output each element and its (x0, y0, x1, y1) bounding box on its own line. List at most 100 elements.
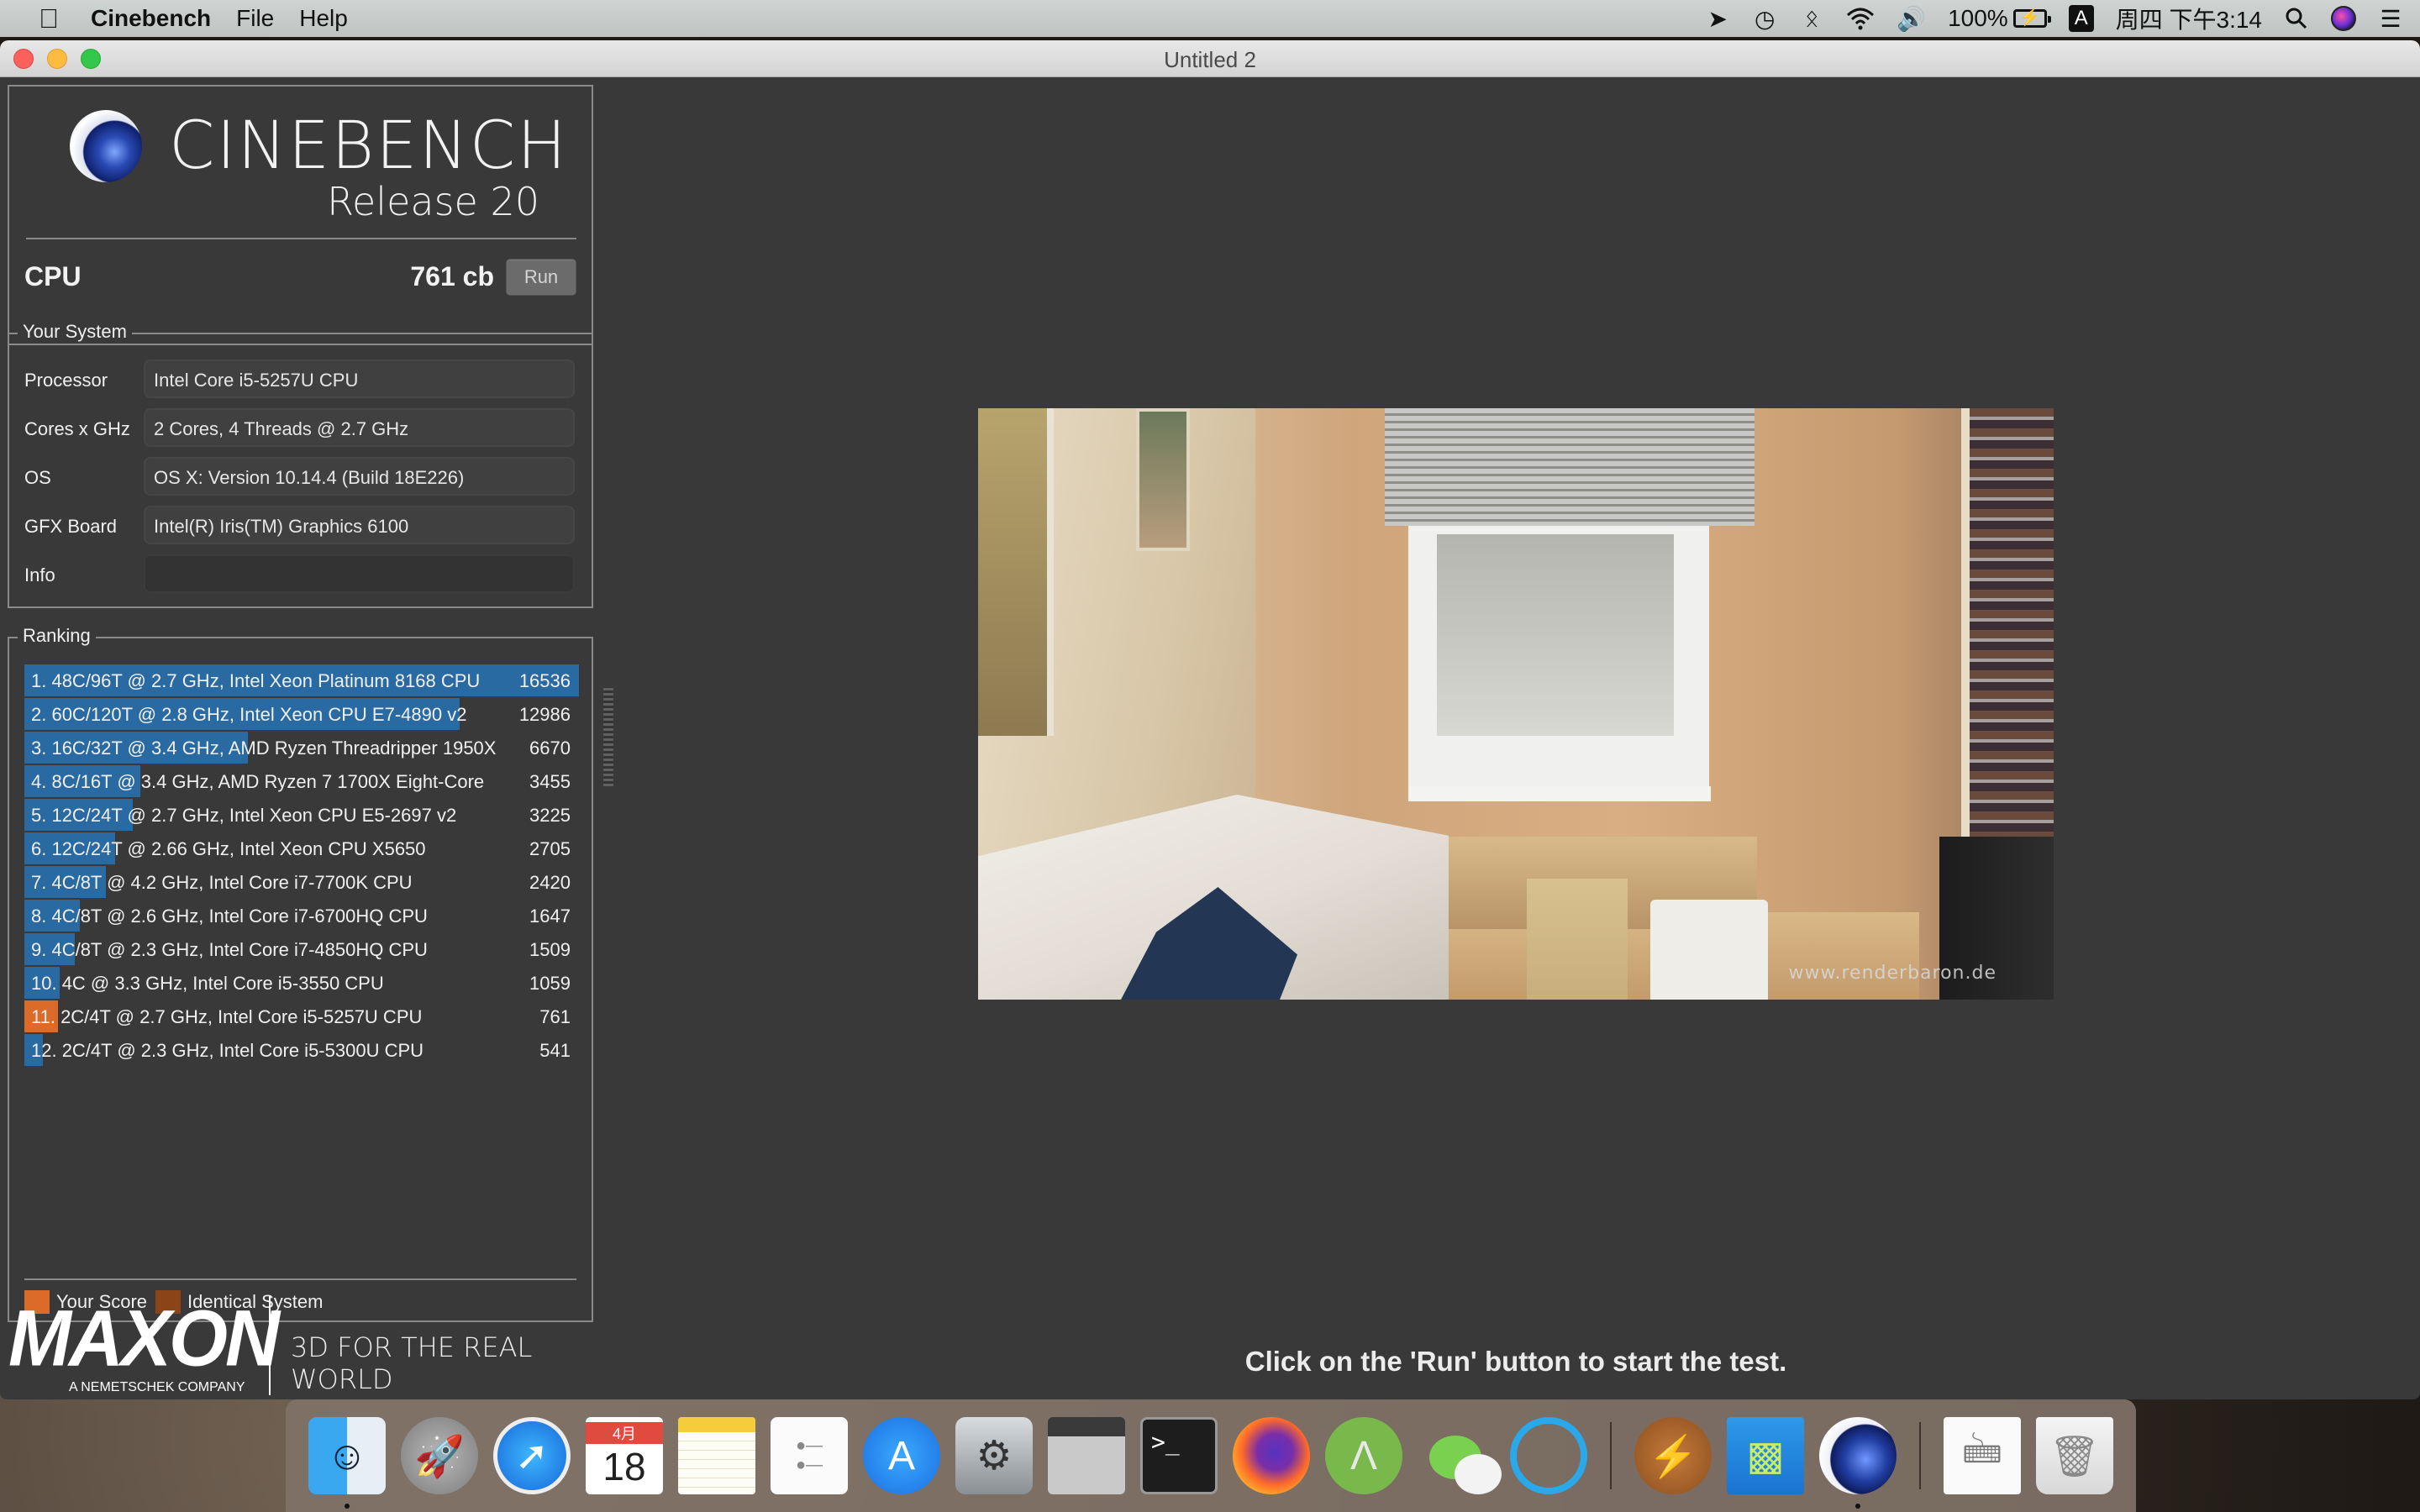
ranking-score-value: 1647 (529, 906, 571, 927)
dock-notes[interactable] (671, 1410, 763, 1502)
gfx-label: GFX Board (24, 516, 118, 537)
ranking-list: 1. 48C/96T @ 2.7 GHz, Intel Xeon Platinu… (24, 664, 579, 1067)
ranking-cpu-label: 12. 2C/4T @ 2.3 GHz, Intel Core i5-5300U… (31, 1040, 424, 1061)
notification-center-icon[interactable]: ☰ (2378, 3, 2403, 34)
ranking-score-value: 2705 (529, 838, 571, 859)
ranking-row[interactable]: 6. 12C/24T @ 2.66 GHz, Intel Xeon CPU X5… (24, 832, 579, 865)
ranking-score-value: 3455 (529, 771, 571, 792)
ranking-cpu-label: 4. 8C/16T @ 3.4 GHz, AMD Ryzen 7 1700X E… (31, 771, 485, 792)
ranking-row[interactable]: 1. 48C/96T @ 2.7 GHz, Intel Xeon Platinu… (24, 664, 579, 697)
title-bar[interactable]: Untitled 2 (0, 40, 2420, 77)
lightning-bolt-icon: ⚡ (1634, 1417, 1712, 1494)
cinebench-icon (1819, 1417, 1897, 1494)
dock-firefox[interactable] (1225, 1410, 1318, 1502)
dock-qq[interactable] (1502, 1410, 1595, 1502)
processor-field[interactable]: Intel Core i5-5257U CPU (144, 360, 575, 398)
running-indicator (345, 1504, 350, 1509)
gear-icon: ⚙ (955, 1417, 1033, 1494)
dock-disk-document[interactable]: 🖮 (1936, 1410, 2028, 1502)
app-store-icon: A (863, 1417, 940, 1494)
render-chair (1527, 879, 1628, 1000)
dock-app-store[interactable]: A (855, 1410, 948, 1502)
divider (269, 1296, 271, 1395)
clock[interactable]: 周四 下午3:14 (2116, 3, 2262, 34)
ranking-cpu-label: 1. 48C/96T @ 2.7 GHz, Intel Xeon Platinu… (31, 670, 481, 691)
cinebench-window: Untitled 2 CINEBENCH Release 20 CPU 761 … (0, 40, 2420, 1399)
spotlight-search-icon[interactable] (2284, 3, 2309, 34)
system-row-os: OS OS X: Version 10.14.4 (Build 18E226) (9, 457, 592, 497)
dock-separator (1610, 1422, 1612, 1489)
os-field[interactable]: OS X: Version 10.14.4 (Build 18E226) (144, 457, 575, 496)
siri-icon[interactable] (2331, 6, 2356, 31)
ranking-row[interactable]: 4. 8C/16T @ 3.4 GHz, AMD Ryzen 7 1700X E… (24, 764, 579, 798)
qq-chat-icon (1510, 1417, 1587, 1494)
ranking-row[interactable]: 5. 12C/24T @ 2.7 GHz, Intel Xeon CPU E5-… (24, 798, 579, 832)
ranking-row[interactable]: 10. 4C @ 3.3 GHz, Intel Core i5-3550 CPU… (24, 966, 579, 1000)
dock-wechat[interactable] (1410, 1410, 1502, 1502)
ranking-row[interactable]: 12. 2C/4T @ 2.3 GHz, Intel Core i5-5300U… (24, 1033, 579, 1067)
panel-splitter-handle[interactable] (603, 687, 613, 786)
ranking-cpu-label: 11. 2C/4T @ 2.7 GHz, Intel Core i5-5257U… (31, 1006, 423, 1027)
dock-terminal[interactable]: >_ (1133, 1410, 1225, 1502)
dock-geekbench[interactable]: ▩ (1719, 1410, 1812, 1502)
dock-launchpad[interactable]: 🚀 (393, 1410, 486, 1502)
your-system-group: Your System Processor Intel Core i5-5257… (8, 321, 593, 608)
apple-logo-icon[interactable]:  (24, 3, 74, 34)
launchpad-rocket-icon: 🚀 (401, 1417, 478, 1494)
volume-icon[interactable]: 🔊 (1897, 3, 1926, 34)
wifi-icon[interactable] (1846, 3, 1875, 34)
dock-system-preferences[interactable]: ⚙ (948, 1410, 1040, 1502)
battery-status[interactable]: 100% ⚡ (1948, 3, 2051, 34)
ranking-score-value: 761 (539, 1006, 571, 1027)
ranking-row-your-score[interactable]: 11. 2C/4T @ 2.7 GHz, Intel Core i5-5257U… (24, 1000, 579, 1033)
ranking-cpu-label: 5. 12C/24T @ 2.7 GHz, Intel Xeon CPU E5-… (31, 805, 457, 826)
time-machine-icon[interactable]: ◷ (1752, 3, 1777, 34)
render-picture (1136, 408, 1190, 551)
running-indicator (1855, 1504, 1860, 1509)
dock-separator (1919, 1422, 1921, 1489)
dock-reminders[interactable]: ●— ●— (763, 1410, 855, 1502)
dock-cinebench[interactable] (1812, 1410, 1904, 1509)
gfx-field[interactable]: Intel(R) Iris(TM) Graphics 6100 (144, 506, 575, 544)
dock-calendar[interactable]: 4月 18 (578, 1410, 671, 1502)
ranking-row[interactable]: 8. 4C/8T @ 2.6 GHz, Intel Core i7-6700HQ… (24, 899, 579, 932)
bluetooth-icon[interactable]: ᛟ (1799, 3, 1824, 34)
dock-android-studio[interactable]: Λ (1318, 1410, 1410, 1502)
info-field[interactable] (144, 554, 575, 593)
ranking-cpu-label: 2. 60C/120T @ 2.8 GHz, Intel Xeon CPU E7… (31, 704, 467, 725)
status-message: Click on the 'Run' button to start the t… (1244, 1346, 1787, 1377)
render-watermark: www.renderbaron.de (1788, 963, 1996, 984)
input-method-icon[interactable]: A (2068, 5, 2094, 32)
dock-amphetamine[interactable]: ⚡ (1627, 1410, 1719, 1502)
cores-field[interactable]: 2 Cores, 4 Threads @ 2.7 GHz (144, 408, 575, 447)
dock-calculator[interactable] (1040, 1410, 1133, 1502)
dock-finder[interactable]: ☺ (301, 1410, 393, 1509)
ranking-row[interactable]: 9. 4C/8T @ 2.3 GHz, Intel Core i7-4850HQ… (24, 932, 579, 966)
dock-trash[interactable]: 🗑 (2028, 1410, 2121, 1502)
ranking-cpu-label: 6. 12C/24T @ 2.66 GHz, Intel Xeon CPU X5… (31, 838, 426, 859)
cinebench-logo-icon (70, 110, 142, 182)
run-button[interactable]: Run (506, 259, 576, 296)
os-label: OS (24, 467, 51, 488)
ranking-row[interactable]: 7. 4C/8T @ 4.2 GHz, Intel Core i7-7700K … (24, 865, 579, 899)
ranking-score-value: 1059 (529, 973, 571, 994)
maxon-branding: MAXON A NEMETSCHEK COMPANY 3D FOR THE RE… (8, 1294, 597, 1397)
ranking-score-value: 12986 (518, 704, 571, 725)
paper-plane-icon[interactable]: ➤ (1705, 3, 1730, 34)
finder-icon: ☺ (308, 1417, 386, 1494)
ranking-row[interactable]: 2. 60C/120T @ 2.8 GHz, Intel Xeon CPU E7… (24, 697, 579, 731)
ranking-group: Ranking 1. 48C/96T @ 2.7 GHz, Intel Xeon… (8, 625, 593, 1322)
ranking-title: Ranking (18, 625, 96, 647)
menu-app-name[interactable]: Cinebench (91, 5, 211, 32)
menu-bar:  Cinebench File Help ➤ ◷ ᛟ 🔊 100% ⚡ A 周… (0, 0, 2420, 37)
ranking-cpu-label: 8. 4C/8T @ 2.6 GHz, Intel Core i7-6700HQ… (31, 906, 428, 927)
dock-safari[interactable]: ➚ (486, 1410, 578, 1502)
ranking-row[interactable]: 3. 16C/32T @ 3.4 GHz, AMD Ryzen Threadri… (24, 731, 579, 764)
menu-file[interactable]: File (236, 5, 274, 32)
cpu-label: CPU (24, 261, 82, 291)
menu-help[interactable]: Help (299, 5, 348, 32)
ranking-score-value: 2420 (529, 872, 571, 893)
notes-icon (678, 1417, 755, 1494)
ranking-score-value: 16536 (518, 670, 571, 691)
ranking-score-value: 541 (539, 1040, 571, 1061)
